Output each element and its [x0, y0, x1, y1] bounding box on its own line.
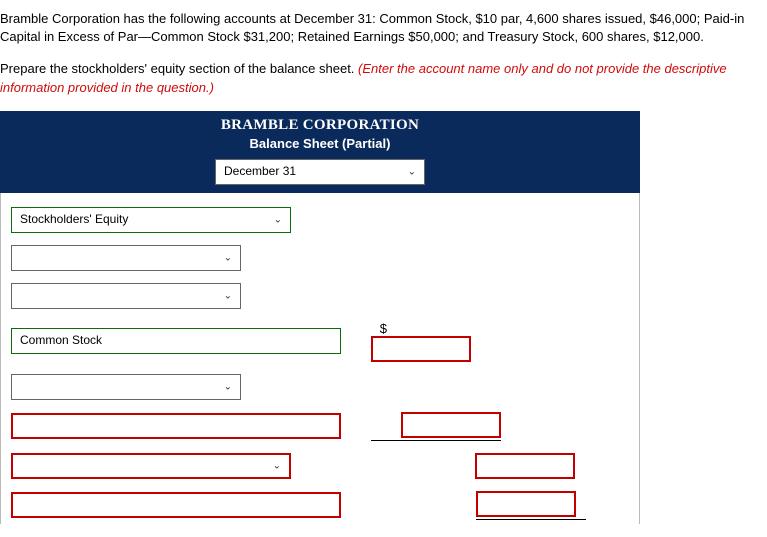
chevron-down-icon: ⌄	[273, 460, 281, 471]
instruction-plain: Prepare the stockholders' equity section…	[0, 61, 358, 76]
chevron-down-icon: ⌄	[274, 214, 282, 225]
date-row: December 31 ⌄	[0, 155, 640, 193]
se-row-7: ⌄	[11, 453, 629, 479]
account-input-6[interactable]	[11, 413, 341, 439]
account-select-3[interactable]: ⌄	[11, 283, 241, 309]
company-name: BRAMBLE CORPORATION	[0, 117, 640, 134]
se-row-6	[11, 412, 629, 441]
account-select-7[interactable]: ⌄	[11, 453, 291, 479]
se-row-2: ⌄	[11, 245, 629, 271]
date-select[interactable]: December 31 ⌄	[215, 159, 425, 185]
chevron-down-icon: ⌄	[224, 381, 232, 392]
account-input-8[interactable]	[11, 492, 341, 518]
report-subtitle: Balance Sheet (Partial)	[0, 136, 640, 151]
account-input-4[interactable]: Common Stock	[11, 328, 341, 354]
date-value: December 31	[224, 164, 296, 178]
sheet-header: BRAMBLE CORPORATION Balance Sheet (Parti…	[0, 111, 640, 155]
account-input-4-value: Common Stock	[20, 333, 102, 347]
se-row-5: ⌄	[11, 374, 629, 400]
amount-input-6[interactable]	[401, 412, 501, 438]
sheet-body: Stockholders' Equity ⌄ ⌄ ⌄	[0, 193, 640, 524]
dollar-sign: $	[371, 321, 387, 336]
se-row-4: Common Stock $	[11, 321, 629, 362]
amount-input-8[interactable]	[476, 491, 576, 517]
se-row-1: Stockholders' Equity ⌄	[11, 207, 629, 233]
amount-input-4[interactable]	[371, 336, 471, 362]
account-select-5[interactable]: ⌄	[11, 374, 241, 400]
problem-statement: Bramble Corporation has the following ac…	[0, 10, 757, 46]
balance-sheet-container: BRAMBLE CORPORATION Balance Sheet (Parti…	[0, 111, 640, 524]
account-select-1[interactable]: Stockholders' Equity ⌄	[11, 207, 291, 233]
instruction-line: Prepare the stockholders' equity section…	[0, 60, 757, 96]
account-select-1-value: Stockholders' Equity	[20, 212, 128, 226]
se-row-3: ⌄	[11, 283, 629, 309]
amount-input-7[interactable]	[475, 453, 575, 479]
se-row-8	[11, 491, 629, 520]
account-select-2[interactable]: ⌄	[11, 245, 241, 271]
chevron-down-icon: ⌄	[224, 290, 232, 301]
chevron-down-icon: ⌄	[408, 166, 416, 177]
chevron-down-icon: ⌄	[224, 252, 232, 263]
